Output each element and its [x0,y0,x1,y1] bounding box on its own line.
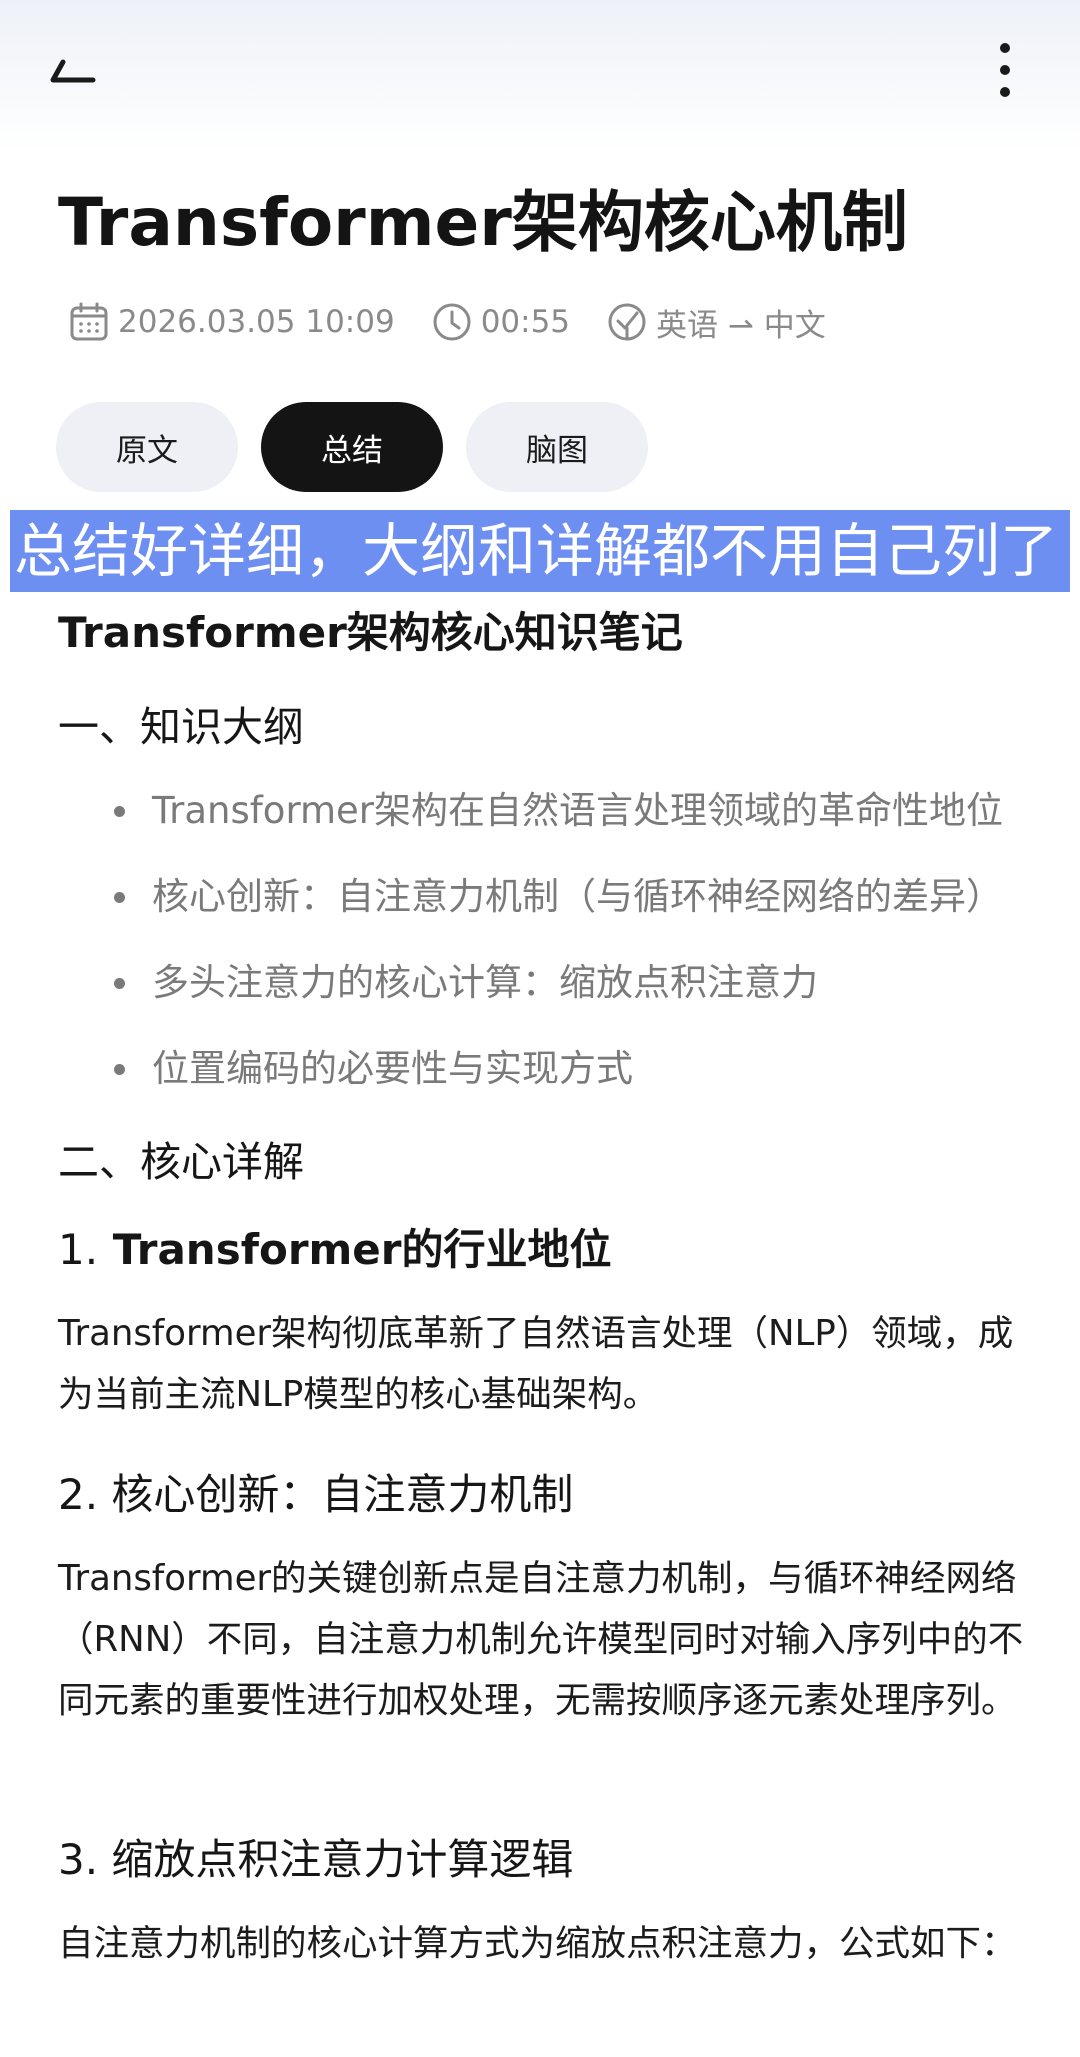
section-body: Transformer架构彻底革新了自然语言处理（NLP）领域，成为当前主流NL… [58,1313,1014,1415]
bullet-icon [114,1064,125,1075]
section-number: 2. [58,1470,99,1519]
section-heading: 3. 缩放点积注意力计算逻辑 [58,1827,573,1893]
bullet-icon [114,978,125,989]
meta-language: 英语 ⇀ 中文 [606,300,826,345]
back-button[interactable] [30,30,120,110]
tab-mindmap[interactable]: 脑图 [466,402,648,492]
top-bar [0,0,1080,140]
detail-heading: 二、核心详解 [58,1138,304,1186]
outline-list: Transformer架构在自然语言处理领域的革命性地位 核心创新：自注意力机制… [110,776,1070,1120]
section-number: 1. [58,1225,99,1274]
section-title: 缩放点积注意力计算逻辑 [98,1835,574,1884]
list-item: 位置编码的必要性与实现方式 [110,1034,1070,1120]
list-item: 多头注意力的核心计算：缩放点积注意力 [110,948,1070,1034]
outline-heading: 一、知识大纲 [58,703,304,751]
outline-item-text: Transformer架构在自然语言处理领域的革命性地位 [152,789,1004,832]
page-title: Transformer架构核心机制 [58,184,908,261]
section-heading: 1. Transformer的行业地位 [58,1217,612,1283]
more-vertical-icon [1000,43,1010,97]
highlight-caption: 总结好详细，大纲和详解都不用自己列了 [10,510,1070,592]
view-tabs: 原文 总结 脑图 [56,402,671,492]
outline-item-text: 位置编码的必要性与实现方式 [152,1047,633,1090]
section-number: 3. [58,1835,99,1884]
back-arrow-icon [50,59,96,83]
meta-duration: 00:55 [431,301,570,343]
bullet-icon [114,892,125,903]
calendar-icon [70,302,108,341]
section-title: Transformer的行业地位 [98,1225,612,1274]
note-page: Transformer架构核心机制 2026.03.05 10:09 00:55… [0,0,1080,2057]
list-item: 核心创新：自注意力机制（与循环神经网络的差异） [110,862,1070,948]
meta-row: 2026.03.05 10:09 00:55 英语 ⇀ 中文 [68,290,862,354]
section-heading: 2. 核心创新：自注意力机制 [58,1462,573,1528]
summary-title: Transformer架构核心知识笔记 [58,608,683,657]
meta-datetime-text: 2026.03.05 10:09 [118,304,395,340]
outline-item-text: 多头注意力的核心计算：缩放点积注意力 [152,961,818,1004]
meta-datetime: 2026.03.05 10:09 [68,301,395,343]
more-button[interactable] [960,30,1050,110]
section-body: 自注意力机制的核心计算方式为缩放点积注意力，公式如下： [58,1923,1017,1964]
translate-icon [608,303,646,341]
clock-icon [433,303,471,341]
bullet-icon [114,806,125,817]
meta-duration-text: 00:55 [480,304,571,340]
section-title: 核心创新：自注意力机制 [98,1470,574,1519]
tab-summary[interactable]: 总结 [261,402,443,492]
tab-original[interactable]: 原文 [56,402,238,492]
meta-language-text: 英语 ⇀ 中文 [656,307,826,344]
outline-item-text: 核心创新：自注意力机制（与循环神经网络的差异） [152,875,1003,918]
list-item: Transformer架构在自然语言处理领域的革命性地位 [110,776,1070,862]
section-body: Transformer的关键创新点是自注意力机制，与循环神经网络（RNN）不同，… [58,1558,1024,1721]
